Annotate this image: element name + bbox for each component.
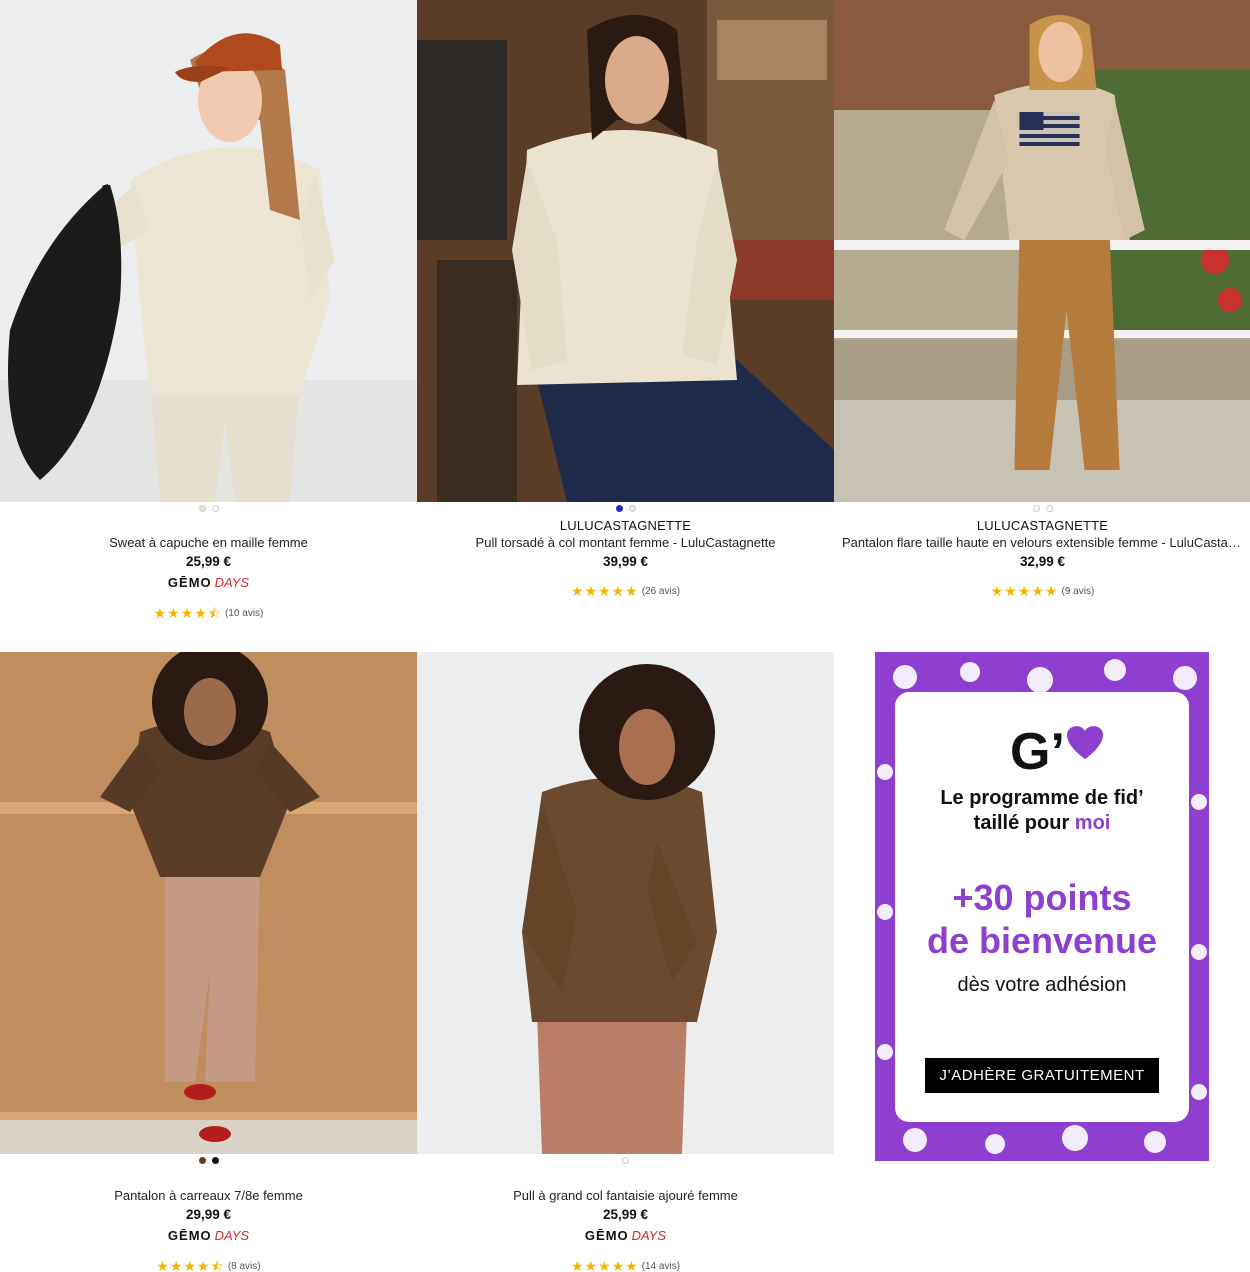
- product-card[interactable]: Sweat à capuche en maille femme 25,99 € …: [0, 0, 417, 640]
- product-brand: [0, 518, 417, 534]
- product-image[interactable]: [0, 652, 417, 1154]
- color-swatch[interactable]: [211, 505, 219, 512]
- star-rating-icon: ★★★★★: [570, 583, 639, 599]
- review-count: (8 avis): [227, 1261, 261, 1272]
- loyalty-promo-banner[interactable]: G’ Le programme de fid’ taillé pour moi …: [875, 652, 1209, 1161]
- product-card[interactable]: LULUCASTAGNETTE Pull torsadé à col monta…: [417, 0, 834, 640]
- star-rating-icon: ★★★★★: [990, 583, 1059, 599]
- color-swatch[interactable]: [628, 505, 636, 512]
- rating: ★★★★★ (14 avis): [417, 1258, 834, 1272]
- promo-welcome: de bienvenue: [926, 920, 1158, 961]
- promo-membership-text: dès votre adhésion: [957, 974, 1127, 996]
- product-image[interactable]: [417, 652, 834, 1154]
- product-brand: LULUCASTAGNETTE: [559, 518, 692, 533]
- color-swatch[interactable]: [1032, 505, 1040, 512]
- product-image[interactable]: [834, 0, 1250, 502]
- review-count: (9 avis): [1061, 586, 1095, 597]
- product-name[interactable]: Sweat à capuche en maille femme: [0, 534, 417, 551]
- rating: ★★★★★ (9 avis): [834, 583, 1250, 599]
- promo-card: G’ Le programme de fid’ taillé pour moi …: [895, 692, 1189, 1122]
- rating: ★★★★★ (26 avis): [417, 583, 834, 599]
- promo-title: Le programme de fid’: [940, 787, 1144, 809]
- star-rating-icon: ★★★★★: [570, 1258, 639, 1272]
- review-count: (26 avis): [641, 586, 681, 597]
- star-rating-icon: ★★★★⯪: [156, 1258, 225, 1272]
- promo-subtitle: taillé pour moi: [973, 812, 1111, 834]
- product-name[interactable]: Pull torsadé à col montant femme - LuluC…: [417, 534, 834, 551]
- promo-points: +30 points: [952, 877, 1132, 918]
- gemo-days-badge: GĒMO DAYS: [167, 1228, 250, 1243]
- color-swatch[interactable]: [211, 1157, 219, 1164]
- review-count: (10 avis): [225, 608, 264, 619]
- product-brand: LULUCASTAGNETTE: [976, 518, 1109, 533]
- product-card[interactable]: Pull à grand col fantaisie ajouré femme …: [417, 652, 834, 1272]
- g-heart-logo-icon: G’: [1005, 717, 1115, 781]
- svg-text:G’: G’: [1010, 723, 1065, 777]
- star-rating-icon: ★★★★⯪: [153, 605, 223, 621]
- product-name[interactable]: Pantalon flare taille haute en velours e…: [834, 534, 1250, 551]
- product-card[interactable]: Pantalon à carreaux 7/8e femme 29,99 € G…: [0, 652, 417, 1272]
- product-name[interactable]: Pantalon à carreaux 7/8e femme: [0, 1187, 417, 1204]
- product-price: 32,99 €: [1019, 554, 1066, 569]
- color-swatch[interactable]: [198, 1157, 206, 1164]
- product-price: 39,99 €: [602, 554, 649, 569]
- join-free-button[interactable]: J’ADHÈRE GRATUITEMENT: [925, 1058, 1159, 1093]
- color-swatch[interactable]: [198, 505, 206, 512]
- product-image[interactable]: [417, 0, 834, 502]
- product-image[interactable]: [0, 0, 417, 502]
- product-price: 25,99 €: [602, 1207, 649, 1222]
- rating: ★★★★⯪ (8 avis): [0, 1258, 417, 1272]
- color-swatch[interactable]: [615, 505, 623, 512]
- color-swatch[interactable]: [622, 1157, 629, 1164]
- review-count: (14 avis): [641, 1261, 681, 1272]
- gemo-days-badge: GĒMO DAYS: [584, 1228, 667, 1243]
- product-name[interactable]: Pull à grand col fantaisie ajouré femme: [417, 1187, 834, 1204]
- gemo-days-badge: GĒMO DAYS: [167, 575, 250, 590]
- color-swatch[interactable]: [1045, 505, 1053, 512]
- product-card[interactable]: LULUCASTAGNETTE Pantalon flare taille ha…: [834, 0, 1250, 640]
- rating: ★★★★⯪ (10 avis): [0, 605, 417, 621]
- product-price: 29,99 €: [185, 1207, 232, 1222]
- product-price: 25,99 €: [185, 554, 232, 569]
